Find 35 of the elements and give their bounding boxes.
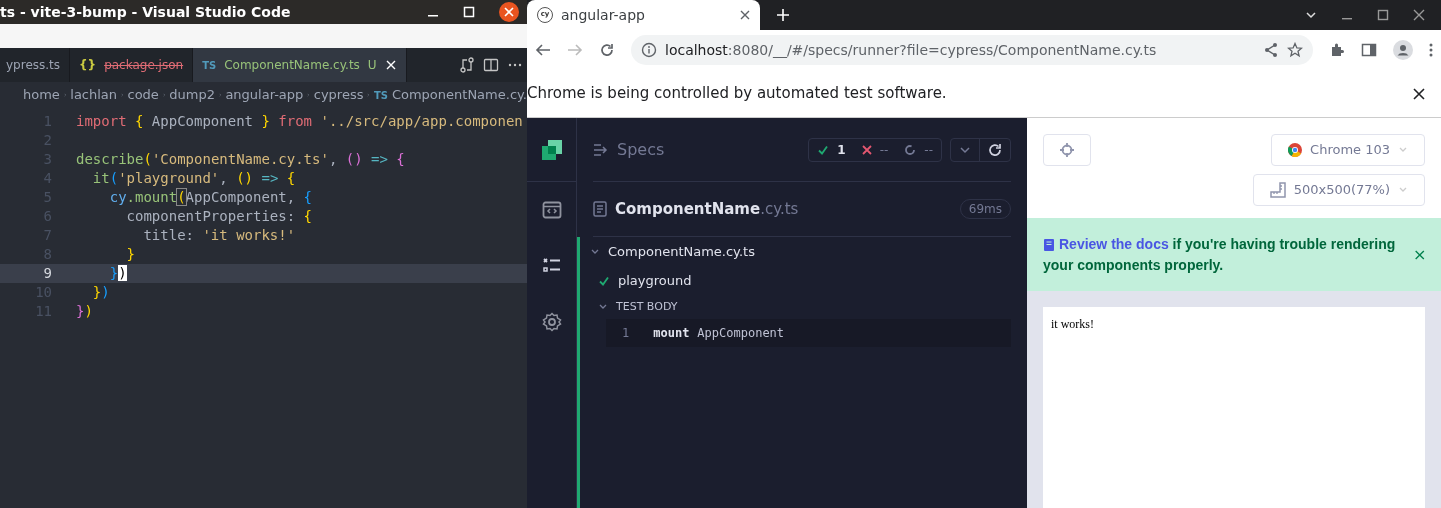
editor-tab[interactable]: TS ComponentName.cy.ts U [193, 48, 407, 82]
alert-message: Review the docs if you're having trouble rendering your components properly. [1043, 234, 1397, 275]
code-text: componentProperties: { [125, 208, 312, 224]
test-title[interactable]: playground [618, 271, 692, 291]
infobar-message: Chrome is being controlled by automated test software. [527, 83, 948, 105]
breadcrumb-item[interactable]: home [23, 85, 60, 105]
suite-title[interactable]: ComponentName.cy.ts [608, 242, 755, 262]
breadcrumb-item[interactable]: dump2 [169, 85, 215, 105]
breadcrumb-item[interactable]: cypress [313, 85, 364, 105]
breadcrumb-item[interactable]: lachlan [70, 85, 118, 105]
breadcrumb-item[interactable]: code [127, 85, 159, 105]
command-row[interactable]: 1 mount AppComponent [606, 319, 1011, 347]
editor-tab[interactable]: ypress.ts [0, 48, 71, 82]
spec-file-name: ComponentName.cy.ts [615, 198, 800, 220]
docs-link[interactable]: Review the docs [1059, 235, 1169, 252]
window-title: ts - vite-3-bump - Visual Studio Code [0, 2, 292, 22]
file-type-label: TS [373, 88, 388, 103]
browser-dropdown[interactable]: Chrome 103 [1271, 134, 1425, 166]
code-text: import { AppComponent } from '../src/app/app.componen [76, 113, 523, 129]
line-number: 9 [42, 264, 52, 283]
breadcrumb-item[interactable]: angular-app [225, 85, 304, 105]
code-text: } [125, 246, 135, 262]
code-text: }) [91, 284, 110, 300]
section-title[interactable]: TEST BODY [616, 298, 678, 316]
breadcrumb-item[interactable]: ComponentName.cy. [391, 85, 527, 105]
code-text: describe('ComponentName.cy.ts', () => { [76, 151, 405, 167]
code-text: title: 'it works!' [142, 227, 296, 243]
viewport-dropdown[interactable]: 500x500(77%) [1252, 174, 1425, 206]
code-text: }) [76, 303, 93, 319]
address-bar[interactable]: localhost:8080/__/#/specs/runner?file=cypress/ComponentName.cy.ts [631, 35, 1313, 65]
code-text: it('playground', () => { [91, 170, 296, 186]
app-text: it works! [1051, 317, 1094, 331]
code-text: }) [108, 265, 127, 281]
test-stats: 1 -- -- [808, 137, 942, 162]
panel-title: Specs [617, 138, 665, 161]
